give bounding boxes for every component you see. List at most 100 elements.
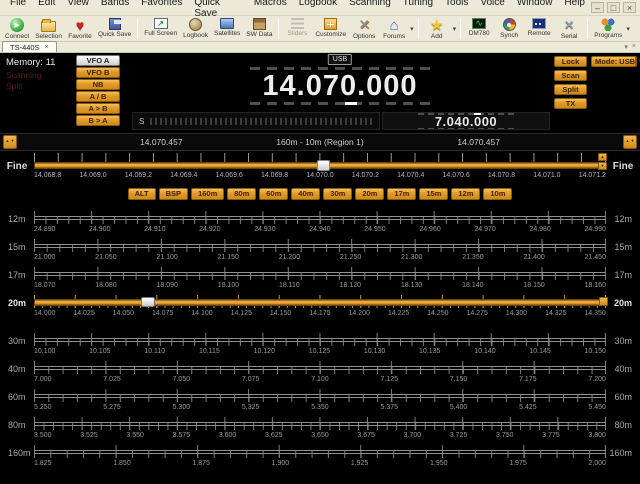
toolbar-button-sw-data[interactable]: SW Data [243,17,275,41]
tx-button[interactable]: TX [554,98,587,109]
toolbar-button-full-screen[interactable]: Full Screen [141,17,180,41]
toolbar-button-connect[interactable]: Connect [2,17,32,41]
band-scale-160m[interactable]: 1.825 1.850 1.875 1.900 1.925 1.950 1.975 2.000 [34,445,606,473]
band-scale-12m[interactable]: 24.890 24.900 24.910 24.920 24.930 24.940 24.9… [34,211,606,239]
band-button-80m[interactable]: 80m [227,188,257,200]
fine-slider-thumb[interactable] [317,160,331,171]
toolbar-button-selection[interactable]: Selection [32,17,65,41]
band-scale-40m[interactable]: 7.000 7.025 7.050 7.075 7.100 7.125 7.150 7.175… [34,361,606,389]
band-name-right: 40m [614,364,632,374]
band-scale-20m[interactable]: 14.000 14.025 14.050 14.075 14.100 14.125 14.1… [34,295,608,323]
toolbar-button-serial[interactable]: Serial [554,17,584,41]
band-tick-label: 3.550 [126,432,144,439]
a-b-button[interactable]: A / B [76,91,120,102]
lock-button[interactable]: Lock [554,56,587,67]
vfo-a-button[interactable]: VFO A [76,55,120,66]
band-tick-labels: 7.000 7.025 7.050 7.075 7.100 7.125 7.150 7.175… [34,376,606,383]
main-frequency-block[interactable]: 14.070.000 [240,67,440,105]
heart-icon [72,18,87,32]
add-icon [429,18,444,32]
b-a-button[interactable]: B > A [76,115,120,126]
sub-frequency[interactable]: 7.040.000 [435,115,497,128]
band-slider-thumb[interactable] [141,297,156,307]
toolbar-button-dm780[interactable]: DM780 [464,17,494,41]
chevron-down-icon[interactable]: ▾ [626,25,630,33]
toolbar-button-satellites[interactable]: Satellites [211,17,243,41]
toolbar-button-label: Forums [383,33,406,40]
restore-button[interactable]: □ [607,2,620,13]
band-button-17m[interactable]: 17m [387,188,417,200]
toolbar-button-quick-save[interactable]: Quick Save [95,17,134,41]
band-end-button[interactable] [599,297,608,306]
sub-digit-down-steppers[interactable] [418,127,514,129]
band-name-left: 40m [8,364,26,374]
split-button[interactable]: Split [554,84,587,95]
chevron-down-icon[interactable]: ▾ [453,25,457,33]
band-button-20m[interactable]: 20m [355,188,385,200]
annunciator-scanning: Scanning [6,70,42,80]
band-scale-60m[interactable]: 5.250 5.275 5.300 5.325 5.350 5.375 5.400 5.425… [34,389,606,417]
band-button-60m[interactable]: 60m [259,188,289,200]
fine-tuning-slider[interactable]: ▲ ▼ 14.068.8 14.069.0 14.069.2 14.069.4 14.0… [34,153,607,187]
tab-close-icon[interactable]: × [45,44,49,51]
fine-step-down-button[interactable]: ▼ [598,162,607,170]
sub-vfo-display[interactable]: 7.040.000 [382,112,550,130]
band-tick-label: 7.100 [311,376,329,383]
toolbar-button-label: Satellites [214,30,241,37]
band-scale-80m[interactable]: 3.500 3.525 3.550 3.575 3.600 3.625 3.650 3.675… [34,417,606,445]
nb-button[interactable]: NB [76,79,120,90]
band-tick-label: 5.250 [34,404,52,411]
close-button[interactable]: × [623,2,636,13]
band-name-right: 15m [614,242,632,252]
band-button-alt[interactable]: ALT [127,188,156,200]
band-tick-label: 10.110 [144,348,166,355]
minimize-button[interactable]: – [591,2,604,13]
band-scale-30m[interactable]: 10.100 10.105 10.110 10.115 10.120 10.125 10.1… [34,333,606,361]
vfo-b-button[interactable]: VFO B [76,67,120,78]
band-button-40m[interactable]: 40m [291,188,321,200]
band-tick-label: 18.120 [339,282,362,289]
band-tick-label: 21.150 [217,254,239,261]
toolbar-button-remote[interactable]: Remote [524,17,554,41]
sliders-icon [290,18,304,29]
fine-tick-label: 14.069.4 [170,172,198,179]
band-scale-15m[interactable]: 21.000 21.050 21.100 21.150 21.200 21.250 21.3… [34,239,606,267]
toolbar-button-logbook[interactable]: Logbook [180,17,211,41]
band-button-160m[interactable]: 160m [191,188,225,200]
mode-select-button[interactable]: Mode: USB ▾ [591,56,640,67]
sub-digit-up-steppers[interactable] [418,113,514,115]
toolbar-button-customize[interactable]: Customize [312,17,349,41]
fine-tick-label: 14.068.8 [34,172,62,179]
tab-ts-440s[interactable]: TS-440S × [2,41,57,52]
toolbar-button-options[interactable]: Options [349,17,379,41]
band-button-15m[interactable]: 15m [419,188,449,200]
band-scale-17m[interactable]: 18.070 18.080 18.090 18.100 18.110 18.120 18.1… [34,267,606,295]
band-tick-label: 14.200 [348,310,370,317]
band-button-12m[interactable]: 12m [451,188,481,200]
s-meter-scale [150,117,373,125]
toolbar-button-synch[interactable]: Synch [494,17,524,41]
main-frequency[interactable]: 14.070.000 [240,71,440,101]
toolbar-button-programs[interactable]: Programs [591,17,625,41]
meter-row: S 7.040.000 [132,112,550,130]
band-button-bsp[interactable]: BSP [158,188,189,200]
fine-step-up-button[interactable]: ▲ [598,153,607,161]
toolbar-button-add[interactable]: Add [422,17,452,41]
scan-button[interactable]: Scan [554,70,587,81]
a-b-button[interactable]: A > B [76,103,120,114]
tab-strip-close-icon[interactable]: × [632,43,636,51]
digit-down-steppers[interactable] [250,102,430,105]
band-button-10m[interactable]: 10m [483,188,513,200]
fine-tick-labels: 14.068.8 14.069.0 14.069.2 14.069.4 14.069.6… [34,172,606,179]
digit-up-steppers[interactable] [250,67,430,70]
tab-scroll-icon[interactable]: ▾ [624,43,628,51]
toolbar-button-forums[interactable]: Forums [379,17,409,41]
band-stepper-left-button[interactable]: ▲ ▼ [3,135,17,149]
band-stepper-right-button[interactable]: ▲ ▼ [623,135,637,149]
toolbar-button-favorite[interactable]: Favorite [65,17,95,41]
band-tick-label: 3.800 [588,432,606,439]
band-tick-label: 7.200 [588,376,606,383]
chevron-down-icon[interactable]: ▾ [410,25,414,33]
band-tick-label: 14.100 [191,310,213,317]
band-button-30m[interactable]: 30m [323,188,353,200]
